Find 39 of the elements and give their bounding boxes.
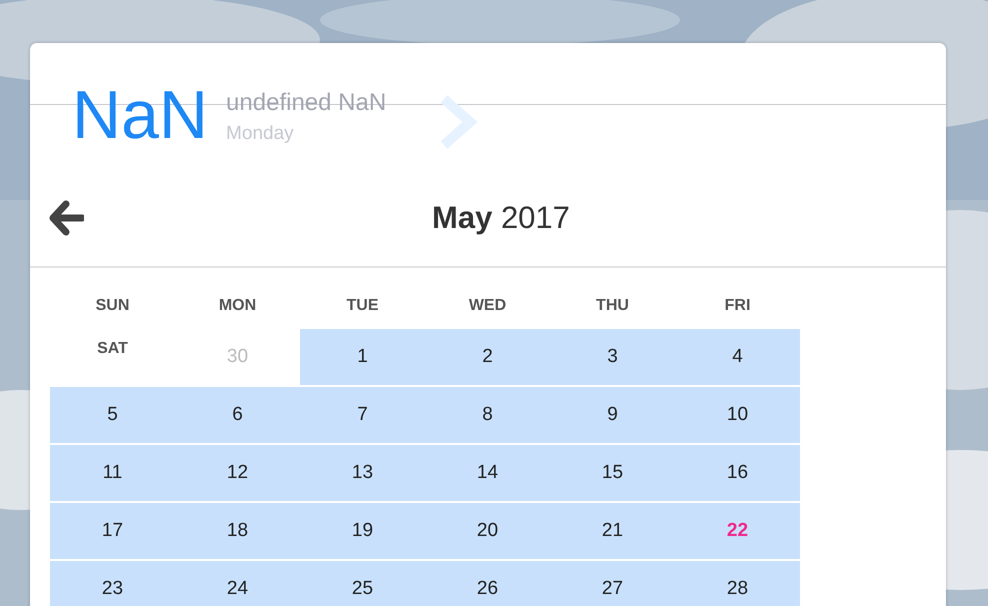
day-cell[interactable]: 12 [175,445,300,501]
day-cell[interactable]: 27 [550,561,675,606]
day-cell[interactable]: 11 [50,445,175,501]
weekday-label: THU [595,296,630,316]
day-cell[interactable]: 16 [675,445,800,501]
day-cell[interactable]: 8 [425,387,550,443]
day-number: NaN [72,79,208,151]
weekday-label: FRI [724,296,752,316]
day-cell[interactable]: 20 [425,503,550,559]
back-arrow-icon[interactable] [48,200,84,236]
day-cell[interactable]: 7 [300,387,425,443]
month-year-text: undefined NaN [226,90,386,116]
day-cell[interactable]: 15 [550,445,675,501]
weekday-label: TUE [346,296,380,316]
day-cell[interactable]: 10 [675,387,800,443]
day-cell[interactable]: 23 [50,561,175,606]
weekday-label: SAT [96,339,129,359]
day-cell[interactable]: 25 [300,561,425,606]
weekday-label: SUN [94,296,130,316]
day-cell[interactable]: 18 [175,503,300,559]
month-title: May 2017 [432,200,570,236]
weekday-label: WED [468,296,508,316]
day-cell[interactable]: 24 [175,561,300,606]
day-cell[interactable]: 17 [50,503,175,559]
day-cell[interactable]: 3 [550,329,675,385]
day-cell[interactable]: 21 [550,503,675,559]
weekday-label: MON [218,296,258,316]
day-cell[interactable]: 5 [50,387,175,443]
day-cell[interactable]: 26 [425,561,550,606]
day-cell[interactable]: 14 [425,445,550,501]
day-cell[interactable]: 13 [300,445,425,501]
day-cell[interactable]: 19 [300,503,425,559]
weekday-text: Monday [226,122,295,146]
day-cell[interactable]: 28 [675,561,800,606]
day-cell[interactable]: 6 [175,387,300,443]
day-cell[interactable]: 4 [675,329,800,385]
day-cell[interactable]: 2 [425,329,550,385]
day-cell[interactable]: 1 [300,329,425,385]
day-cell[interactable]: 9 [550,387,675,443]
